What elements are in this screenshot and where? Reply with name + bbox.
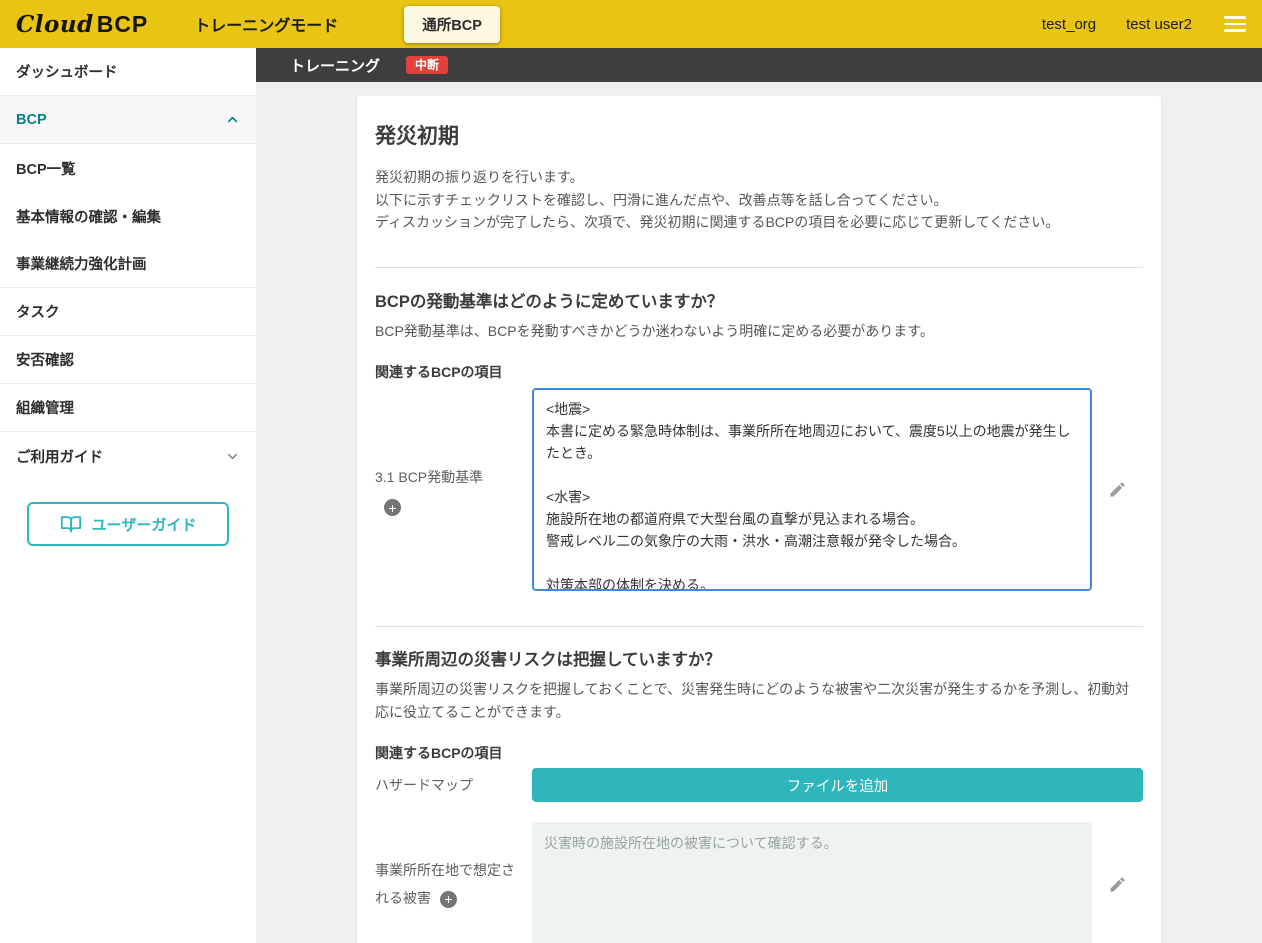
training-card: 発災初期 発災初期の振り返りを行います。 以下に示すチェックリストを確認し、円滑… [357, 96, 1161, 943]
main-content: 発災初期 発災初期の振り返りを行います。 以下に示すチェックリストを確認し、円滑… [256, 82, 1262, 943]
sidebar-item-safety-confirmation[interactable]: 安否確認 [0, 336, 256, 384]
question1-description: BCP発動基準は、BCPを発動すべきかどうか迷わないよう明確に定める必要がありま… [375, 320, 1143, 343]
related-bcp-items-label: 関連するBCPの項目 [375, 743, 1143, 763]
sidebar-item-label: 安否確認 [16, 349, 74, 370]
sidebar-item-label: ご利用ガイド [16, 446, 103, 467]
sidebar-item-basic-info-edit[interactable]: 基本情報の確認・編集 [0, 192, 256, 240]
pencil-icon [1108, 875, 1127, 894]
expected-damage-textarea[interactable] [532, 822, 1092, 943]
sidebar-item-label: 事業継続力強化計画 [16, 253, 147, 274]
cloudbcp-logo[interactable]: Cloud BCP [16, 11, 148, 38]
field-label-column: 3.1 BCP発動基準 + [375, 388, 532, 591]
field-label-column: 事業所所在地で想定される被害+ [375, 822, 532, 943]
add-icon[interactable]: + [440, 891, 457, 908]
sidebar-item-usage-guide[interactable]: ご利用ガイド [0, 432, 256, 480]
chevron-down-icon [225, 449, 240, 464]
status-badge: 中断 [406, 56, 448, 74]
bcp-activation-criteria-textarea[interactable]: <地震> 本書に定める緊急時体制は、事業所所在地周辺において、震度5以上の地震が… [532, 388, 1092, 591]
book-icon [60, 513, 82, 535]
sidebar-item-label: タスク [16, 301, 60, 322]
training-mode-label: トレーニングモード [194, 12, 338, 36]
app-header: Cloud BCP トレーニングモード 通所BCP test_org test … [0, 0, 1262, 48]
sidebar-item-label: BCP一覧 [16, 158, 76, 179]
edit-button[interactable] [1092, 822, 1143, 943]
bcp-type-button[interactable]: 通所BCP [404, 6, 500, 43]
sidebar: ダッシュボード BCP BCP一覧 基本情報の確認・編集 事業継続力強化計画 タ… [0, 48, 256, 943]
org-name[interactable]: test_org [1042, 16, 1096, 33]
pencil-icon [1108, 480, 1127, 499]
add-icon[interactable]: + [384, 499, 401, 516]
sidebar-item-bcp-list[interactable]: BCP一覧 [0, 144, 256, 192]
user-guide-button-label: ユーザーガイド [92, 514, 197, 535]
logo-bcp-text: BCP [97, 11, 149, 38]
intro-line: 以下に示すチェックリストを確認し、円滑に進んだ点や、改善点等を話し合ってください… [375, 189, 1143, 212]
add-file-button[interactable]: ファイルを追加 [532, 768, 1143, 802]
hamburger-menu-icon[interactable] [1222, 12, 1248, 36]
sidebar-item-label: 基本情報の確認・編集 [16, 206, 161, 227]
sidebar-item-business-continuity-plan[interactable]: 事業継続力強化計画 [0, 240, 256, 288]
page-title: トレーニング [290, 55, 380, 76]
header-right: test_org test user2 [1042, 12, 1248, 36]
section-title: 発災初期 [375, 120, 1143, 150]
question2-description: 事業所周辺の災害リスクを把握しておくことで、災害発生時にどのような被害や二次災害… [375, 678, 1143, 723]
related-bcp-items-label: 関連するBCPの項目 [375, 362, 1143, 382]
sidebar-item-label: ダッシュボード [16, 61, 118, 82]
question1-title: BCPの発動基準はどのように定めていますか？ [375, 288, 1143, 312]
sidebar-item-dashboard[interactable]: ダッシュボード [0, 48, 256, 96]
bcp-activation-criteria-label: 3.1 BCP発動基準 [375, 463, 483, 491]
sidebar-item-organization-management[interactable]: 組織管理 [0, 384, 256, 432]
user-name[interactable]: test user2 [1126, 16, 1192, 33]
question2-title: 事業所周辺の災害リスクは把握していますか？ [375, 646, 1143, 670]
sidebar-item-bcp[interactable]: BCP [0, 96, 256, 144]
expected-damage-row: 事業所所在地で想定される被害+ [375, 822, 1143, 943]
divider [375, 267, 1143, 268]
hazard-map-label: ハザードマップ [375, 775, 532, 795]
user-guide-button[interactable]: ユーザーガイド [27, 502, 229, 546]
hazard-map-row: ハザードマップ ファイルを追加 [375, 768, 1143, 802]
edit-button[interactable] [1092, 388, 1143, 591]
divider [375, 626, 1143, 627]
logo-cloud-text: Cloud [16, 11, 94, 38]
page-topbar: トレーニング 中断 [256, 48, 1262, 82]
bcp-activation-field-row: 3.1 BCP発動基準 + <地震> 本書に定める緊急時体制は、事業所所在地周辺… [375, 388, 1143, 591]
intro-line: ディスカッションが完了したら、次項で、発災初期に関連するBCPの項目を必要に応じ… [375, 211, 1143, 234]
sidebar-item-label: 組織管理 [16, 397, 74, 418]
chevron-up-icon [225, 112, 240, 127]
intro-line: 発災初期の振り返りを行います。 [375, 166, 1143, 189]
sidebar-item-label: BCP [16, 112, 47, 128]
sidebar-item-tasks[interactable]: タスク [0, 288, 256, 336]
